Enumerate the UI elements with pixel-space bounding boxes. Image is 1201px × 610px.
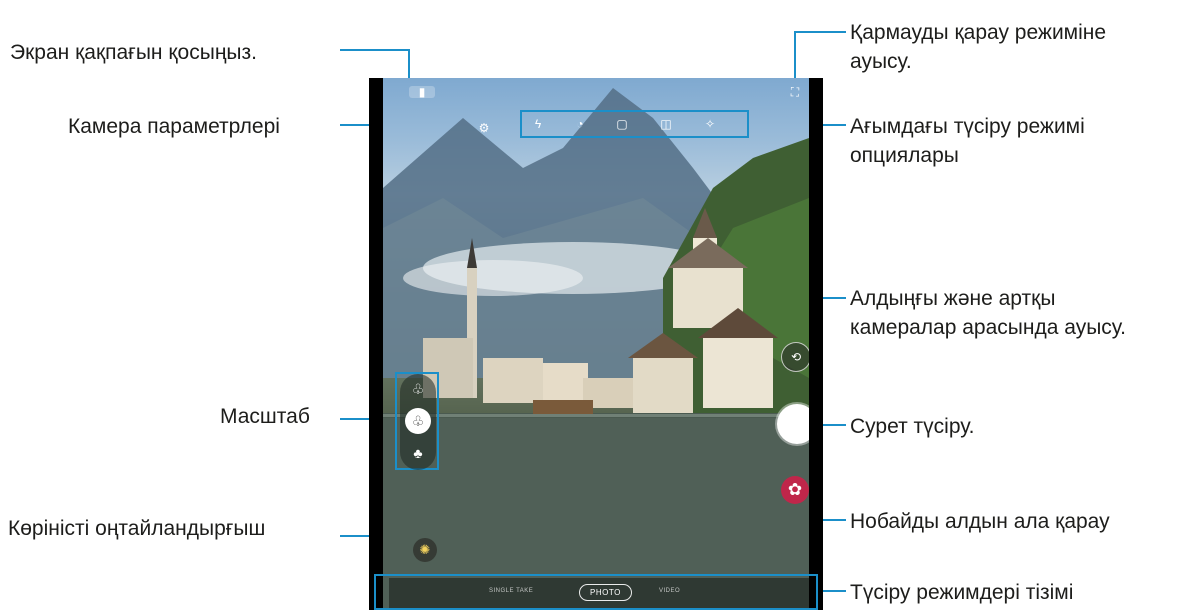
ultra-wide-icon[interactable]: ♣: [405, 440, 431, 466]
camera-screen: ▮ ⛶ ⚙ ϟ ◔ ▢ ◫ ✧ ♧ ♧ ♣ ⟲ ✿ ✺ SINGLE TAKE …: [369, 78, 823, 610]
settings-gear-icon[interactable]: ⚙: [477, 122, 491, 134]
zoom-bar: ♧ ♧ ♣: [400, 374, 436, 470]
landscape-scene: [383, 88, 809, 610]
timer-icon[interactable]: ◔: [573, 118, 587, 130]
flash-off-icon[interactable]: ϟ: [531, 118, 545, 130]
modes-list-frame: [374, 574, 818, 610]
callout-options-1: Ағымдағы түсіру режимі: [850, 115, 1085, 138]
switch-camera-button[interactable]: ⟲: [781, 342, 809, 372]
callout-switch-1: Алдыңғы және артқы: [850, 287, 1056, 310]
motion-photo-icon[interactable]: ◫: [659, 118, 673, 130]
callout-view-mode-1: Қармауды қарау режиміне: [850, 21, 1107, 44]
leader-view-mode-h: [794, 31, 846, 33]
callout-capture: Сурет түсіру.: [850, 415, 975, 438]
callout-switch-2: камералар арасында ауысу.: [850, 316, 1127, 339]
callout-options-2: опциялары: [850, 144, 959, 167]
callout-screen-lock: Экран қақпағын қосыңыз.: [10, 41, 257, 64]
camera-viewfinder[interactable]: ▮ ⛶ ⚙ ϟ ◔ ▢ ◫ ✧ ♧ ♧ ♣ ⟲ ✿ ✺ SINGLE TAKE …: [383, 78, 809, 610]
view-mode-icon[interactable]: ⛶: [789, 86, 801, 98]
leader-view-mode-v: [794, 31, 796, 83]
wide-icon[interactable]: ♧: [405, 408, 431, 434]
callout-modes-list: Түсіру режимдері тізімі: [850, 581, 1074, 604]
callout-zoom: Масштаб: [220, 405, 310, 428]
leader-screen-lock-h: [340, 49, 410, 51]
preview-thumbnail[interactable]: ✿: [781, 476, 809, 504]
leader-modes-list: [820, 590, 846, 592]
shutter-button[interactable]: [777, 404, 809, 444]
callout-settings: Камера параметрлері: [68, 115, 280, 138]
scene-optimizer-button[interactable]: ✺: [413, 538, 437, 562]
callout-view-mode-2: ауысу.: [850, 50, 912, 73]
callout-scene-optimizer: Көріністі оңтайландырғыш: [8, 517, 266, 540]
callout-preview: Нобайды алдын ала қарау: [850, 510, 1110, 533]
aspect-ratio-icon[interactable]: ▢: [615, 118, 629, 130]
telephoto-icon[interactable]: ♧: [405, 376, 431, 402]
filter-icon[interactable]: ✧: [703, 118, 717, 130]
screen-lock-icon[interactable]: ▮: [409, 86, 435, 98]
